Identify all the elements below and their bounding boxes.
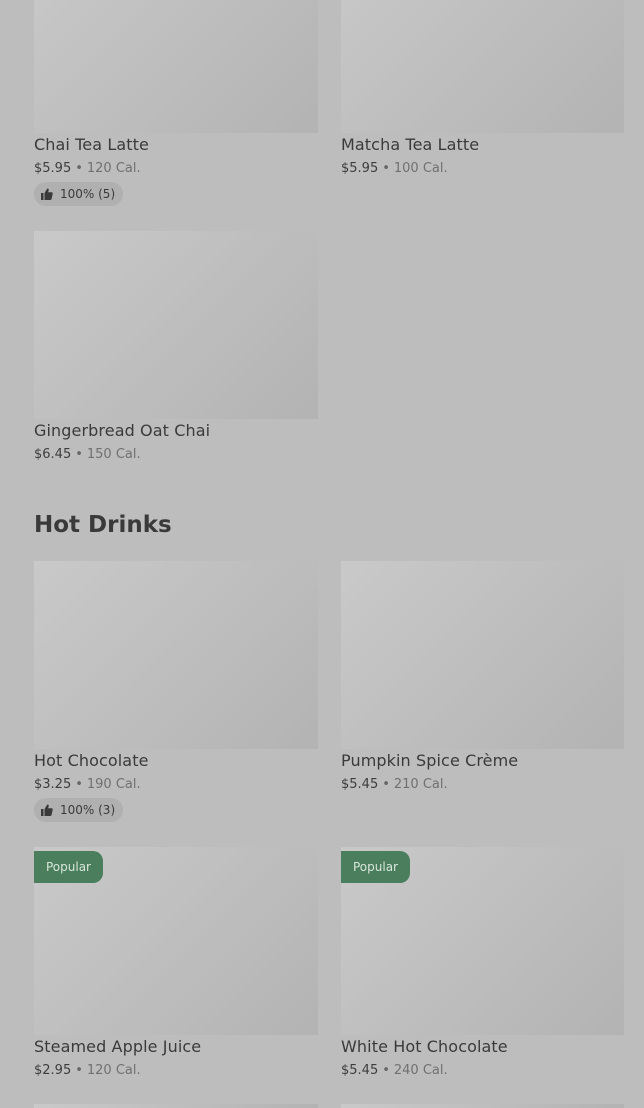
item-price: $6.45 xyxy=(34,447,72,462)
item-price: $5.95 xyxy=(34,161,72,176)
item-calories: 120 Cal. xyxy=(86,1063,141,1078)
item-image[interactable] xyxy=(34,1104,318,1108)
item-calories: 120 Cal. xyxy=(86,161,141,176)
thumbs-up-icon xyxy=(41,804,53,816)
rating-pill: 100% (3) xyxy=(34,798,124,822)
item-price: $5.45 xyxy=(341,777,379,792)
item-meta: $5.45 • 240 Cal. xyxy=(341,1063,448,1078)
item-name: Chai Tea Latte xyxy=(34,135,149,154)
item-image[interactable] xyxy=(341,0,624,133)
item-image[interactable] xyxy=(341,1104,624,1108)
item-meta: $6.45 • 150 Cal. xyxy=(34,447,141,462)
rating-value: 100% (5) xyxy=(60,187,116,201)
menu-item-card[interactable] xyxy=(341,1104,624,1108)
item-calories: 240 Cal. xyxy=(393,1063,448,1078)
item-price: $5.95 xyxy=(341,161,379,176)
item-meta: $5.95 • 120 Cal. xyxy=(34,161,141,176)
popular-badge: Popular xyxy=(341,851,410,883)
item-name: Hot Chocolate xyxy=(34,751,149,770)
item-price: $3.25 xyxy=(34,777,72,792)
item-meta: $2.95 • 120 Cal. xyxy=(34,1063,141,1078)
item-price: $5.45 xyxy=(341,1063,379,1078)
thumbs-up-icon xyxy=(41,188,53,200)
item-image[interactable] xyxy=(34,561,318,749)
meta-separator: • xyxy=(382,1063,390,1078)
item-name: White Hot Chocolate xyxy=(341,1037,508,1056)
item-name: Steamed Apple Juice xyxy=(34,1037,202,1056)
item-calories: 210 Cal. xyxy=(393,777,448,792)
item-calories: 150 Cal. xyxy=(86,447,141,462)
popular-badge: Popular xyxy=(34,851,103,883)
menu-item-card[interactable]: Popular Steamed Apple Juice $2.95 • 120 Ca… xyxy=(34,847,318,1087)
menu-item-card[interactable]: Hot Chocolate $3.25 • 190 Cal. 100% (3) xyxy=(34,561,318,826)
item-name: Pumpkin Spice Crème xyxy=(341,751,519,770)
item-calories: 190 Cal. xyxy=(86,777,141,792)
item-image[interactable] xyxy=(34,0,318,133)
item-name: Gingerbread Oat Chai xyxy=(34,421,211,440)
item-calories: 100 Cal. xyxy=(393,161,448,176)
meta-separator: • xyxy=(382,777,390,792)
meta-separator: • xyxy=(75,1063,83,1078)
menu-item-card[interactable]: Matcha Tea Latte $5.95 • 100 Cal. xyxy=(341,0,624,185)
menu-item-card[interactable]: Pumpkin Spice Crème $5.45 • 210 Cal. xyxy=(341,561,624,801)
rating-pill: 100% (5) xyxy=(34,182,124,206)
item-meta: $5.45 • 210 Cal. xyxy=(341,777,448,792)
menu-page: Chai Tea Latte $5.95 • 120 Cal. 100% (5) M… xyxy=(0,0,644,1108)
rating-value: 100% (3) xyxy=(60,803,116,817)
menu-item-card[interactable] xyxy=(34,1104,318,1108)
meta-separator: • xyxy=(382,161,390,176)
item-image[interactable] xyxy=(341,561,624,749)
meta-separator: • xyxy=(75,777,83,792)
meta-separator: • xyxy=(75,161,83,176)
meta-separator: • xyxy=(75,447,83,462)
menu-item-card[interactable]: Popular White Hot Chocolate $5.45 • 240 Ca… xyxy=(341,847,624,1087)
item-name: Matcha Tea Latte xyxy=(341,135,480,154)
item-price: $2.95 xyxy=(34,1063,72,1078)
item-image[interactable] xyxy=(34,231,318,419)
menu-item-card[interactable]: Gingerbread Oat Chai $6.45 • 150 Cal. xyxy=(34,231,318,471)
item-meta: $3.25 • 190 Cal. xyxy=(34,777,141,792)
item-meta: $5.95 • 100 Cal. xyxy=(341,161,448,176)
section-heading-hot-drinks: Hot Drinks xyxy=(34,512,172,538)
menu-item-card[interactable]: Chai Tea Latte $5.95 • 120 Cal. 100% (5) xyxy=(34,0,318,210)
